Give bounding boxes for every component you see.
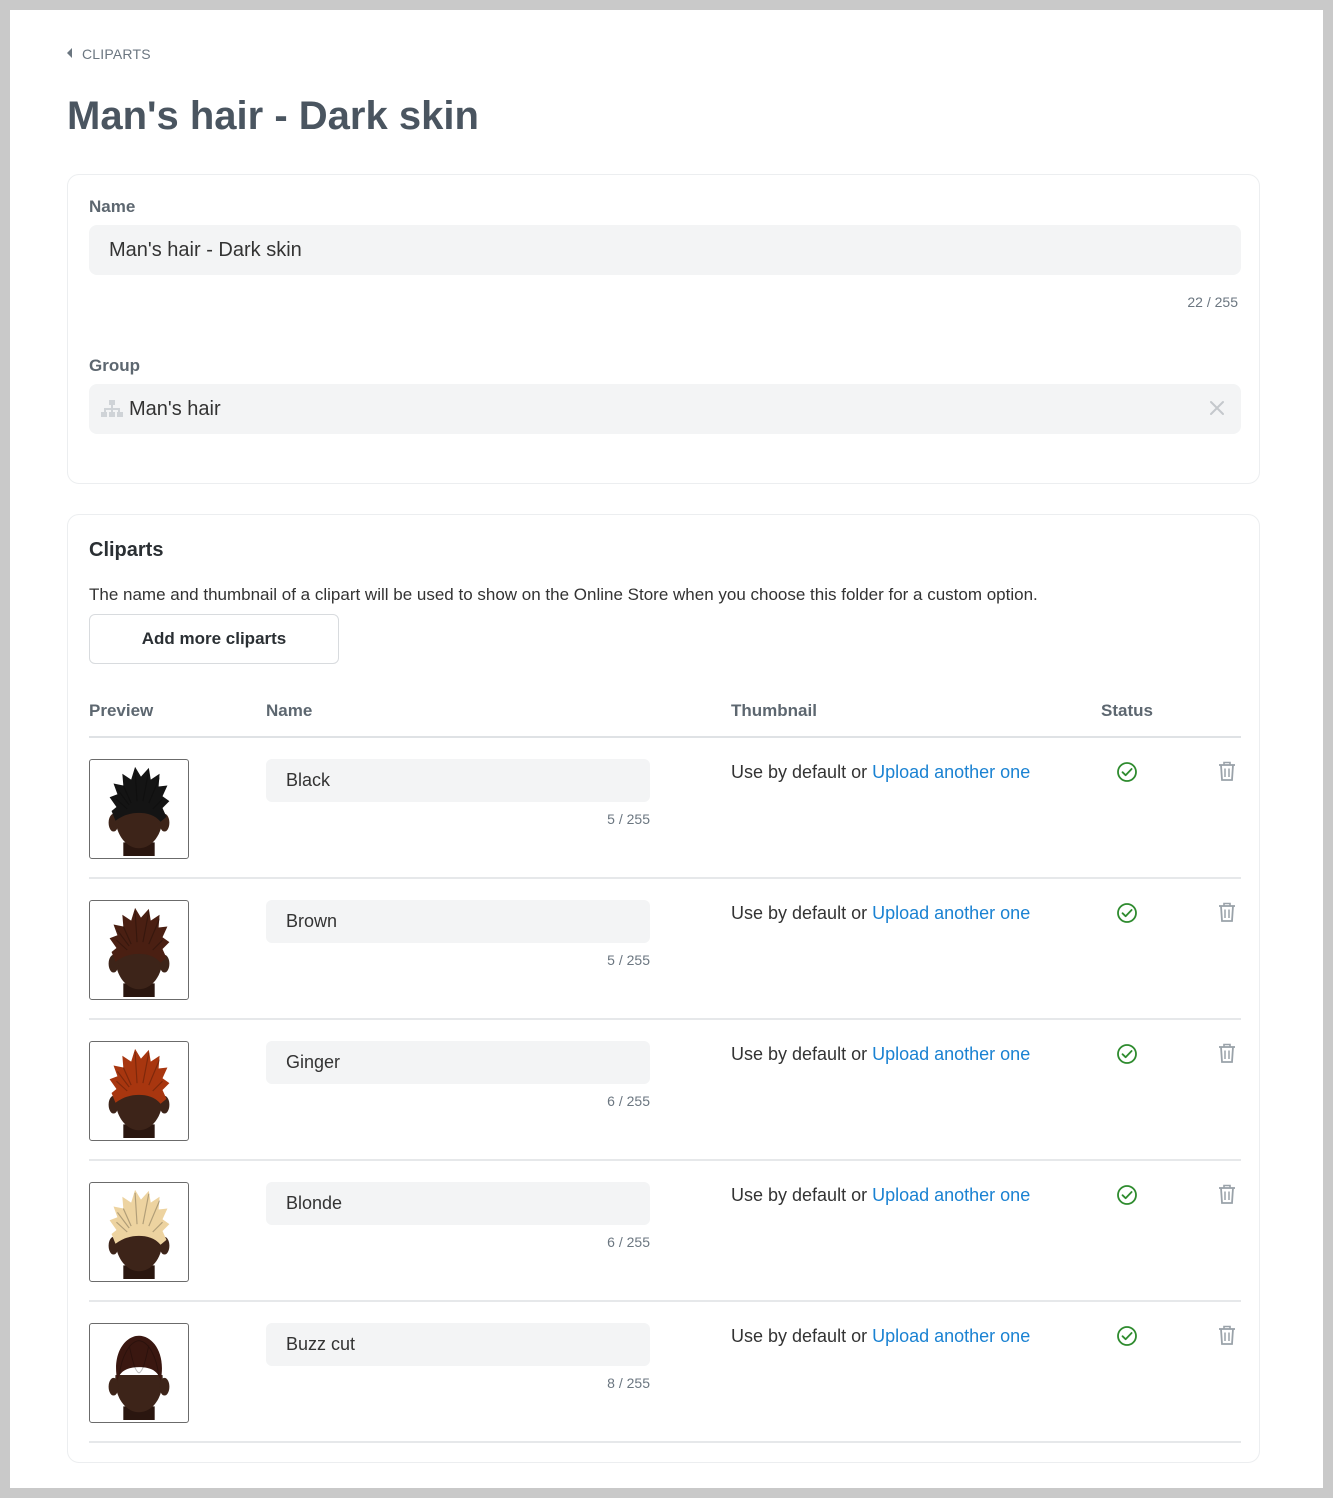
clipart-name-value: Blonde [286, 1193, 343, 1213]
clipart-name-input[interactable]: Black [266, 759, 650, 802]
check-circle-icon [1116, 902, 1138, 924]
clipart-name-counter: 5 / 255 [607, 952, 650, 968]
check-circle-icon [1116, 761, 1138, 783]
close-icon[interactable] [1207, 398, 1227, 418]
trash-icon[interactable] [1217, 1324, 1237, 1346]
page-frame: CLIPARTS Man's hair - Dark skin Name Man… [10, 10, 1323, 1488]
clipart-preview-image [89, 1323, 189, 1423]
clipart-name-input[interactable]: Blonde [266, 1182, 650, 1225]
thumbnail-cell: Use by default or Upload another one [731, 1326, 1030, 1347]
clipart-name-counter: 6 / 255 [607, 1093, 650, 1109]
clipart-name-value: Black [286, 770, 331, 790]
clipart-name-counter: 8 / 255 [607, 1375, 650, 1391]
thumbnail-cell: Use by default or Upload another one [731, 903, 1030, 924]
trash-icon[interactable] [1217, 760, 1237, 782]
thumbnail-default-text: Use by default or [731, 1326, 873, 1346]
breadcrumb-label: CLIPARTS [82, 46, 151, 62]
clipart-preview-image [89, 1182, 189, 1282]
clipart-name-value: Buzz cut [286, 1334, 356, 1354]
clipart-name-input[interactable]: Buzz cut [266, 1323, 650, 1366]
group-select[interactable]: Man's hair [89, 384, 1241, 434]
table-row: Blonde 6 / 255 Use by default or Upload an… [89, 1161, 1241, 1302]
clipart-preview-image [89, 1041, 189, 1141]
table-row: Black 5 / 255 Use by default or Upload ano… [89, 738, 1241, 879]
column-header-thumbnail: Thumbnail [731, 701, 817, 720]
upload-another-link[interactable]: Upload another one [872, 1185, 1030, 1205]
section-description: The name and thumbnail of a clipart will… [89, 585, 1038, 604]
table-row: Brown 5 / 255 Use by default or Upload ano… [89, 879, 1241, 1020]
name-label: Name [89, 197, 136, 216]
hierarchy-icon [101, 400, 123, 418]
thumbnail-cell: Use by default or Upload another one [731, 762, 1030, 783]
check-circle-icon [1116, 1043, 1138, 1065]
thumbnail-default-text: Use by default or [731, 1044, 873, 1064]
group-value: Man's hair [129, 397, 221, 420]
breadcrumb[interactable]: CLIPARTS [67, 46, 151, 62]
upload-another-link[interactable]: Upload another one [872, 1326, 1030, 1346]
trash-icon[interactable] [1217, 1042, 1237, 1064]
details-card: Name Man's hair - Dark skin 22 / 255 Gro… [67, 174, 1260, 484]
thumbnail-default-text: Use by default or [731, 903, 873, 923]
clipart-name-input[interactable]: Brown [266, 900, 650, 943]
trash-icon[interactable] [1217, 901, 1237, 923]
group-label: Group [89, 356, 140, 375]
check-circle-icon [1116, 1325, 1138, 1347]
column-header-preview: Preview [89, 701, 154, 720]
table-row: Ginger 6 / 255 Use by default or Upload an… [89, 1020, 1241, 1161]
check-circle-icon [1116, 1184, 1138, 1206]
upload-another-link[interactable]: Upload another one [872, 1044, 1030, 1064]
name-counter: 22 / 255 [1187, 294, 1238, 310]
clipart-preview-image [89, 900, 189, 1000]
add-more-cliparts-button[interactable]: Add more cliparts [89, 614, 339, 664]
thumbnail-default-text: Use by default or [731, 762, 873, 782]
cliparts-card: Cliparts The name and thumbnail of a cli… [67, 514, 1260, 1463]
caret-left-icon [67, 48, 72, 58]
page-title: Man's hair - Dark skin [67, 94, 479, 138]
clipart-preview-image [89, 759, 189, 859]
clipart-name-value: Ginger [286, 1052, 341, 1072]
upload-another-link[interactable]: Upload another one [872, 903, 1030, 923]
column-header-status: Status [1101, 701, 1153, 720]
section-title: Cliparts [89, 539, 164, 561]
clipart-name-counter: 6 / 255 [607, 1234, 650, 1250]
name-input[interactable]: Man's hair - Dark skin [89, 225, 1241, 275]
table-row: Buzz cut 8 / 255 Use by default or Upload … [89, 1302, 1241, 1443]
thumbnail-cell: Use by default or Upload another one [731, 1185, 1030, 1206]
trash-icon[interactable] [1217, 1183, 1237, 1205]
thumbnail-cell: Use by default or Upload another one [731, 1044, 1030, 1065]
clipart-name-input[interactable]: Ginger [266, 1041, 650, 1084]
clipart-name-counter: 5 / 255 [607, 811, 650, 827]
column-header-name: Name [266, 701, 313, 720]
thumbnail-default-text: Use by default or [731, 1185, 873, 1205]
clipart-name-value: Brown [286, 911, 338, 931]
upload-another-link[interactable]: Upload another one [872, 762, 1030, 782]
name-input-value: Man's hair - Dark skin [109, 238, 302, 261]
